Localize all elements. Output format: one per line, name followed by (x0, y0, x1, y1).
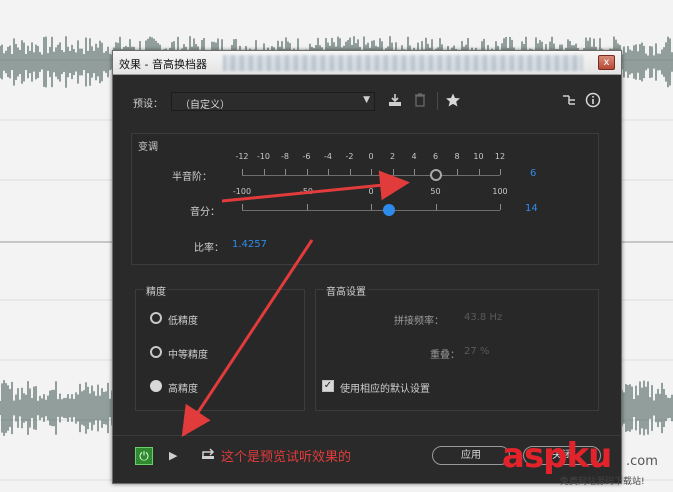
semitone-tick-label: 8 (454, 152, 460, 161)
title-bar[interactable]: 效果 - 音高换档器 x (113, 51, 621, 75)
cents-tick-label: -100 (232, 187, 252, 196)
semitone-tick-label: -6 (302, 152, 311, 161)
cents-slider-track[interactable] (242, 210, 500, 211)
ratio-value: 1.4257 (232, 239, 267, 250)
watermark-tld: .com (626, 454, 658, 469)
watermark-tagline: 免费网站源码下载站! (560, 477, 645, 487)
use-default-label[interactable]: 使用相应的默认设置 (340, 380, 430, 395)
watermark-brand: aspku (502, 436, 612, 476)
power-icon[interactable]: ⏻ (135, 447, 153, 465)
splice-frequency-label: 拼接频率： (394, 316, 444, 327)
preset-toolbar: 预设： （自定义） ▼ (113, 89, 621, 113)
dialog-title: 效果 - 音高换档器 (119, 58, 207, 71)
title-bar-blurred-area (223, 55, 583, 71)
semitone-tick-label: -12 (235, 152, 249, 161)
cents-tick-label: -50 (299, 187, 314, 196)
semitone-tick-label: 0 (368, 152, 374, 161)
semitone-tick-mark (500, 169, 501, 175)
cents-tick-label: 0 (368, 187, 374, 196)
pitch-settings-panel: 音高设置 拼接频率： 43.8 Hz 重叠： 27 % ✓ 使用相应的默认设置 (315, 283, 599, 411)
precision-panel: 精度 低精度 中等精度 高精度 (135, 283, 305, 411)
high-precision-label[interactable]: 高精度 (168, 380, 198, 395)
cents-tick-label: 50 (430, 187, 441, 196)
semitone-tick-label: 12 (494, 152, 506, 161)
semitone-slider-track[interactable] (242, 175, 500, 176)
cents-value[interactable]: 14 (525, 203, 538, 214)
cents-tick-label: 100 (492, 187, 508, 196)
radio-medium-precision[interactable] (150, 346, 162, 358)
semitone-tick-label: 10 (473, 152, 484, 161)
overlap-value: 27 % (464, 346, 490, 357)
semitone-tick-label: -4 (324, 152, 332, 161)
semitone-tick-label: 2 (389, 152, 396, 161)
pitch-section-title: 变调 (138, 142, 158, 153)
pitch-settings-section-title: 音高设置 (324, 283, 368, 298)
semitone-tick-label: 4 (411, 152, 417, 161)
routing-icon[interactable] (561, 92, 577, 112)
site-watermark: aspku .com 免费网站源码下载站! (498, 438, 673, 492)
preset-label: 预设： (133, 99, 163, 110)
radio-low-precision[interactable] (150, 312, 162, 324)
overlap-label: 重叠： (430, 350, 460, 361)
radio-high-precision[interactable] (150, 380, 162, 392)
preview-annotation-text: 这个是预览试听效果的 (221, 450, 352, 465)
semitone-tick-label: -10 (256, 152, 271, 161)
play-icon[interactable]: ▶ (169, 449, 177, 462)
semitone-value[interactable]: 6 (530, 168, 536, 179)
chevron-down-icon: ▼ (363, 95, 370, 105)
semitone-tick-label: -2 (345, 152, 354, 161)
use-default-checkbox[interactable]: ✓ (322, 380, 334, 392)
semitone-tick-label: 6 (432, 152, 439, 161)
precision-section-title: 精度 (144, 283, 168, 298)
semitone-tick-label: -8 (281, 152, 289, 161)
info-icon[interactable] (585, 92, 601, 112)
preset-dropdown-value: （自定义） (180, 100, 230, 111)
save-preset-icon[interactable] (387, 92, 403, 112)
medium-precision-label[interactable]: 中等精度 (168, 346, 208, 361)
semitone-slider-thumb[interactable] (429, 169, 442, 181)
favorite-star-icon[interactable] (445, 92, 461, 112)
pitch-shifter-dialog: 效果 - 音高换档器 x 预设： （自定义） ▼ 变调 半音阶： -12 -10 -… (112, 50, 622, 484)
splice-frequency-value: 43.8 Hz (464, 312, 503, 323)
toolbar-divider (437, 92, 438, 110)
cents-label: 音分： (190, 207, 220, 218)
delete-preset-icon[interactable] (413, 92, 427, 112)
pitch-transpose-panel: 变调 半音阶： -12 -10 -8 -6 -4 -2 0 2 4 6 8 10 12 6 音分： -1… (131, 133, 599, 265)
cents-slider-thumb[interactable] (383, 204, 396, 216)
window-close-button[interactable]: x (598, 55, 615, 70)
semitone-label: 半音阶： (172, 172, 212, 183)
ratio-label: 比率： (194, 243, 224, 254)
cents-tick-mark (500, 204, 501, 210)
loop-icon[interactable] (200, 447, 216, 465)
preset-dropdown[interactable]: （自定义） ▼ (171, 92, 375, 111)
low-precision-label[interactable]: 低精度 (168, 312, 198, 327)
